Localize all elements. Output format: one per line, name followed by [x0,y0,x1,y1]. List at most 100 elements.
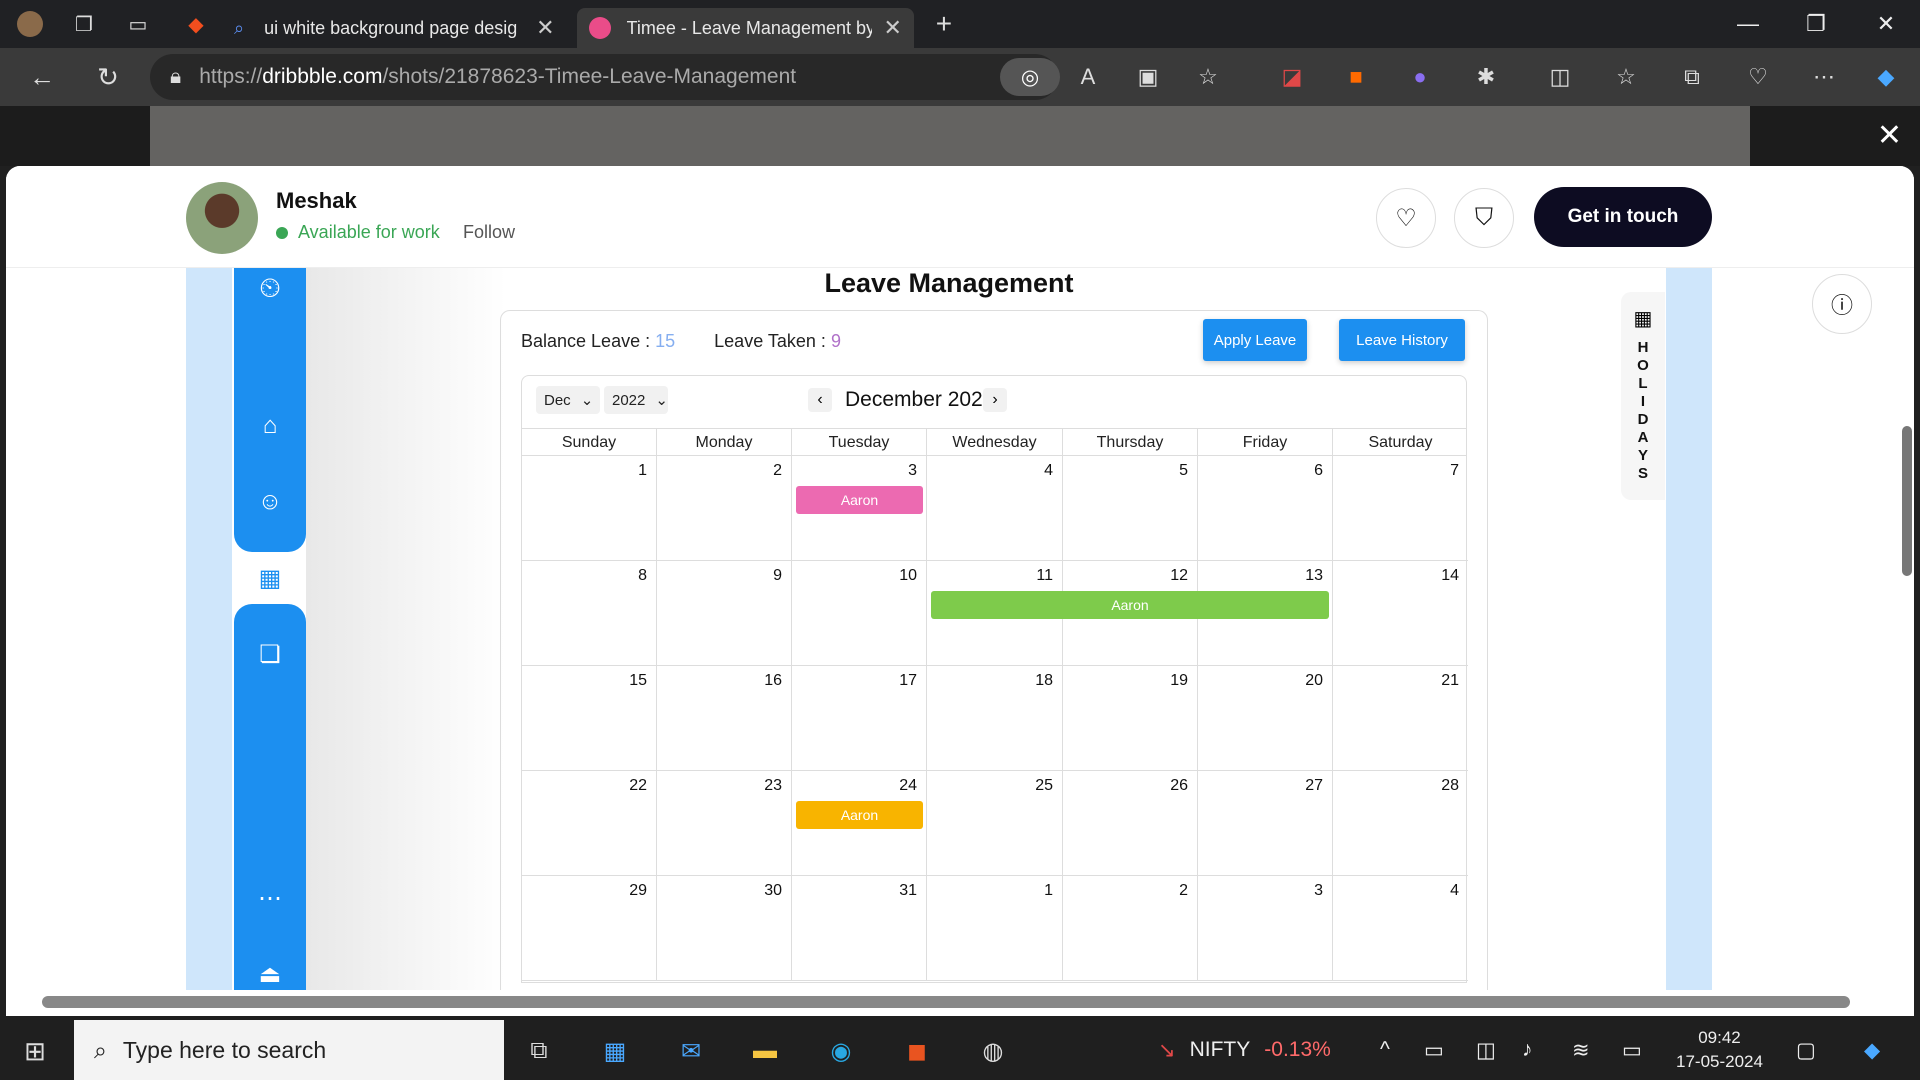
clock[interactable]: 09:42 17-05-2024 [1676,1020,1763,1080]
favorites-icon[interactable]: ☆ [1610,61,1642,93]
url-bar[interactable]: 🔒︎ https://dribbble.com/shots/21878623-T… [150,54,1060,100]
day-cell[interactable]: 4 [1333,876,1468,981]
window-close-icon[interactable]: ✕ [1856,0,1916,48]
day-cell[interactable]: 31 [792,876,927,981]
day-cell[interactable]: 17 [792,666,927,771]
home-icon[interactable]: ⌂ [256,412,284,440]
holidays-tab[interactable]: ▦ HOLIDAYS [1621,292,1665,500]
taskbar-search[interactable]: ⌕ Type here to search [74,1020,504,1080]
year-select[interactable]: 2022 ⌄ [604,386,668,414]
more-menu-icon[interactable]: ⋯ [1808,61,1840,93]
day-cell[interactable]: 5 [1063,456,1198,561]
scroll-thumb[interactable] [42,996,1850,1008]
horizontal-scrollbar[interactable] [6,990,1914,1016]
prev-month-button[interactable]: ‹ [808,388,832,412]
mail-icon[interactable]: ✉ [674,1034,708,1068]
meet-icon[interactable]: ◫ [1476,1020,1496,1080]
collections-icon[interactable]: ⧉ [1676,61,1708,93]
file-explorer-icon[interactable]: ▬ [748,1034,782,1068]
day-cell[interactable]: 9 [657,561,792,666]
day-cell[interactable]: 19 [1063,666,1198,771]
vertical-scrollbar[interactable] [1902,426,1912,576]
extensions-puzzle-icon[interactable]: ✱ [1470,61,1502,93]
tab-actions-icon[interactable]: ▭ [118,4,158,44]
more-dots-icon[interactable]: ⋯ [256,884,284,912]
leave-event[interactable]: Aaron [931,591,1329,619]
restore-icon[interactable]: ❐ [1786,0,1846,48]
new-tab-icon[interactable]: + [924,4,964,44]
split-screen-icon[interactable]: ◫ [1544,61,1576,93]
extension-icon[interactable]: ■ [1340,61,1372,93]
store-icon[interactable]: ▦ [598,1034,632,1068]
wifi-icon[interactable]: ≋ [1572,1020,1590,1080]
leave-event[interactable]: Aaron [796,801,923,829]
availability-status[interactable]: Available for work [276,222,440,243]
tab-search[interactable]: ⌕ ui white background page desig ✕ [222,8,567,48]
day-cell[interactable]: 1 [927,876,1063,981]
day-cell[interactable]: 27 [1198,771,1333,876]
get-in-touch-button[interactable]: Get in touch [1534,187,1712,247]
minimize-icon[interactable]: — [1718,0,1778,48]
close-tab-icon[interactable]: ✕ [536,15,554,41]
windows-start-icon[interactable]: ⊞ [18,1034,52,1068]
day-cell[interactable]: 28 [1333,771,1468,876]
calendar-icon[interactable]: ▦ [256,564,284,592]
leave-history-button[interactable]: Leave History [1339,319,1465,361]
month-select[interactable]: Dec ⌄ [536,386,600,414]
day-cell[interactable]: 1 [522,456,657,561]
info-button[interactable]: ⓘ [1812,274,1872,334]
day-cell[interactable]: 8 [522,561,657,666]
battery-icon[interactable]: ▭ [1424,1020,1444,1080]
day-cell[interactable]: 22 [522,771,657,876]
figma-tab-icon[interactable]: ◆ [176,4,216,44]
day-cell[interactable]: 10 [792,561,927,666]
performance-icon[interactable]: ♡ [1742,61,1774,93]
database-app-icon[interactable]: ◍ [976,1034,1010,1068]
extension-icon[interactable]: ◪ [1276,61,1308,93]
day-cell[interactable]: 20 [1198,666,1333,771]
next-month-button[interactable]: › [983,388,1007,412]
tray-chevron-icon[interactable]: ^ [1380,1020,1390,1080]
back-icon[interactable]: ← [20,55,64,99]
profile-avatar-icon[interactable] [10,4,50,44]
day-cell[interactable]: 29 [522,876,657,981]
documents-icon[interactable]: ❏ [256,640,284,668]
tab-dribbble[interactable]: Timee - Leave Management by M ✕ [576,8,914,48]
edge-icon[interactable]: ◉ [824,1034,858,1068]
task-view-icon[interactable]: ⧉ [522,1034,556,1068]
designer-name[interactable]: Meshak [276,188,357,214]
copilot-icon[interactable]: ◆ [1870,61,1902,93]
volume-icon[interactable]: ♪ [1522,1020,1533,1080]
day-cell[interactable]: 6 [1198,456,1333,561]
refresh-icon[interactable]: ↻ [86,55,130,99]
immersive-reader-icon[interactable]: ▣ [1132,61,1164,93]
user-icon[interactable]: ☺ [256,488,284,516]
logout-icon[interactable]: ⏏ [256,960,284,988]
day-cell[interactable]: 4 [927,456,1063,561]
day-cell[interactable]: 25 [927,771,1063,876]
day-cell[interactable]: 21 [1333,666,1468,771]
day-cell[interactable]: 15 [522,666,657,771]
day-cell[interactable]: 16 [657,666,792,771]
leave-event[interactable]: Aaron [796,486,923,514]
day-cell[interactable]: 2 [1063,876,1198,981]
apply-leave-button[interactable]: Apply Leave [1203,319,1307,361]
avatar[interactable] [186,182,258,254]
day-cell[interactable]: 30 [657,876,792,981]
day-cell[interactable]: 14 [1333,561,1468,666]
stock-widget[interactable]: ↘ NIFTY -0.13% [1158,1020,1331,1080]
day-cell[interactable]: 23 [657,771,792,876]
save-button[interactable]: ⛉ [1454,188,1514,248]
like-button[interactable]: ♡ [1376,188,1436,248]
workspaces-icon[interactable]: ❐ [64,4,104,44]
follow-button[interactable]: Follow [463,222,515,243]
day-cell[interactable]: 7 [1333,456,1468,561]
copilot-icon[interactable]: ◆ [1864,1020,1880,1080]
day-cell[interactable]: 26 [1063,771,1198,876]
day-cell[interactable]: 2 [657,456,792,561]
display-icon[interactable]: ▭ [1622,1020,1642,1080]
ubuntu-icon[interactable]: ◼ [900,1034,934,1068]
close-modal-icon[interactable]: ✕ [1877,118,1902,153]
day-cell[interactable]: 18 [927,666,1063,771]
favorite-star-icon[interactable]: ☆ [1192,61,1224,93]
